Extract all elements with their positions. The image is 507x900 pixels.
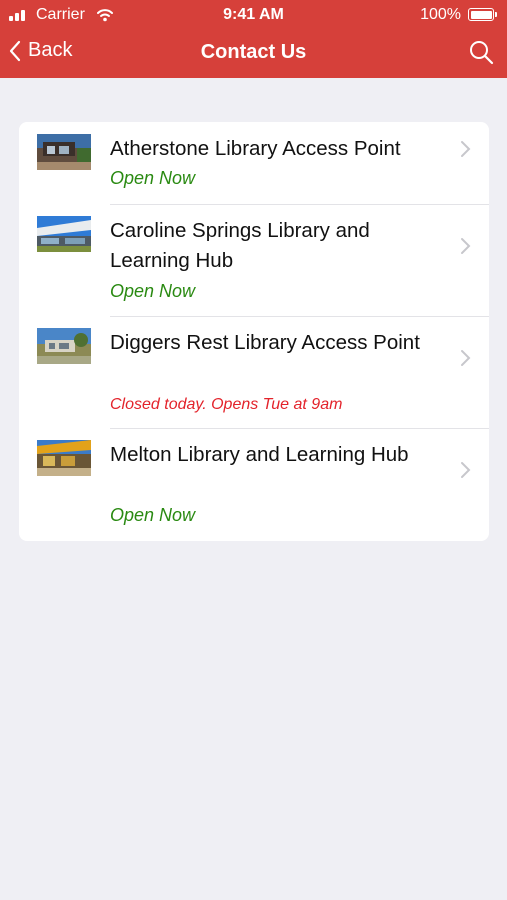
library-name: Atherstone Library Access Point — [110, 137, 401, 160]
chevron-right-icon — [461, 238, 471, 254]
chevron-left-icon — [9, 40, 21, 61]
library-name: Caroline Springs Library and Learning Hu… — [110, 219, 370, 272]
library-name: Diggers Rest Library Access Point — [110, 331, 420, 354]
status-label: Closed today. Opens Tue at 9am — [110, 396, 343, 413]
library-list: Atherstone Library Access Point Open Now… — [19, 122, 489, 541]
chevron-right-icon — [461, 141, 471, 157]
list-item-melton[interactable]: Melton Library and Learning Hub Open Now — [19, 429, 489, 541]
library-thumbnail — [37, 216, 91, 252]
navigation-bar: Back Contact Us — [0, 30, 507, 78]
status-bar: Carrier 9:41 AM 100% — [0, 0, 507, 30]
list-item-diggers-rest[interactable]: Diggers Rest Library Access Point Closed… — [19, 317, 489, 428]
library-thumbnail — [37, 328, 91, 364]
chevron-right-icon — [461, 350, 471, 366]
battery-percent: 100% — [420, 6, 461, 23]
search-icon[interactable] — [467, 38, 495, 66]
status-label: Open Now — [110, 505, 196, 525]
list-item-atherstone[interactable]: Atherstone Library Access Point Open Now — [19, 122, 489, 204]
status-label: Open Now — [110, 281, 196, 301]
library-thumbnail — [37, 134, 91, 170]
status-label: Open Now — [110, 168, 196, 188]
app-header: Carrier 9:41 AM 100% Back Contact Us — [0, 0, 507, 78]
list-item-caroline-springs[interactable]: Caroline Springs Library and Learning Hu… — [19, 205, 489, 316]
page-title: Contact Us — [200, 41, 307, 63]
back-button[interactable]: Back — [8, 39, 72, 62]
chevron-right-icon — [461, 462, 471, 478]
back-label: Back — [28, 39, 73, 61]
library-thumbnail — [37, 440, 91, 476]
library-name: Melton Library and Learning Hub — [110, 443, 409, 466]
battery-icon — [468, 8, 497, 21]
